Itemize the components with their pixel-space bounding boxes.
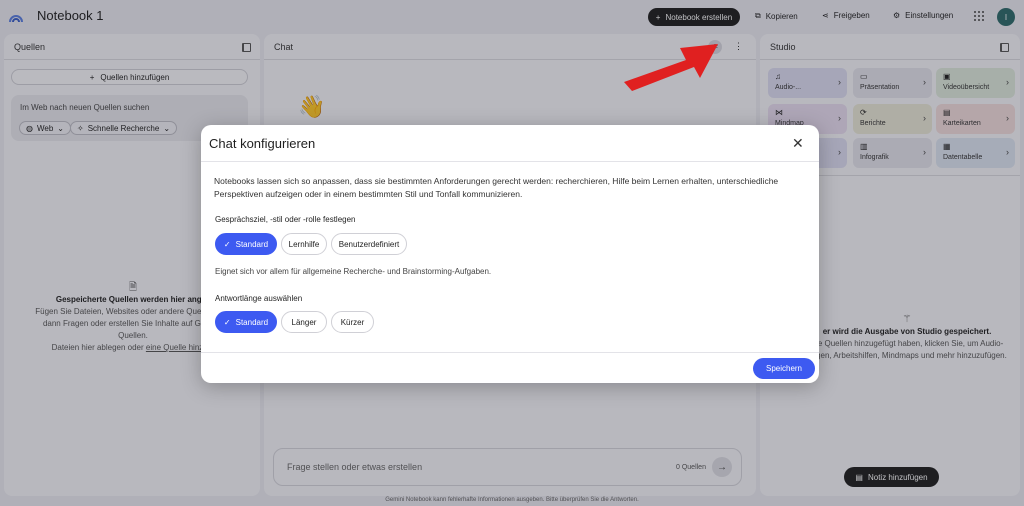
close-icon[interactable]: ✕ — [792, 135, 804, 152]
goal-hint: Eignet sich vor allem für allgemeine Rec… — [215, 267, 492, 276]
check-icon: ✓ — [223, 239, 231, 249]
dialog-description: Notebooks lassen sich so anpassen, dass … — [214, 176, 779, 199]
length-option-shorter[interactable]: Kürzer — [331, 311, 374, 333]
option-label: Benutzerdefiniert — [338, 239, 400, 249]
option-label: Länger — [291, 317, 317, 327]
red-arrow-icon — [624, 44, 718, 91]
option-label: Kürzer — [340, 317, 365, 327]
goal-option-standard[interactable]: ✓ Standard — [215, 233, 277, 255]
dialog-title: Chat konfigurieren — [209, 136, 316, 151]
goal-option-learning[interactable]: Lernhilfe — [281, 233, 327, 255]
length-option-longer[interactable]: Länger — [281, 311, 327, 333]
goal-section-label: Gesprächsziel, -stil oder -rolle festleg… — [215, 215, 356, 224]
save-button[interactable]: Speichern — [753, 358, 815, 379]
chat-config-dialog: Chat konfigurieren ✕ Notebooks lassen si… — [201, 125, 819, 383]
divider — [201, 352, 819, 353]
divider — [201, 161, 819, 162]
option-label: Lernhilfe — [288, 239, 320, 249]
length-section-label: Antwortlänge auswählen — [215, 294, 303, 303]
option-label: Standard — [235, 239, 269, 249]
option-label: Standard — [235, 317, 269, 327]
check-icon: ✓ — [223, 317, 231, 327]
length-option-standard[interactable]: ✓ Standard — [215, 311, 277, 333]
goal-option-custom[interactable]: Benutzerdefiniert — [331, 233, 407, 255]
